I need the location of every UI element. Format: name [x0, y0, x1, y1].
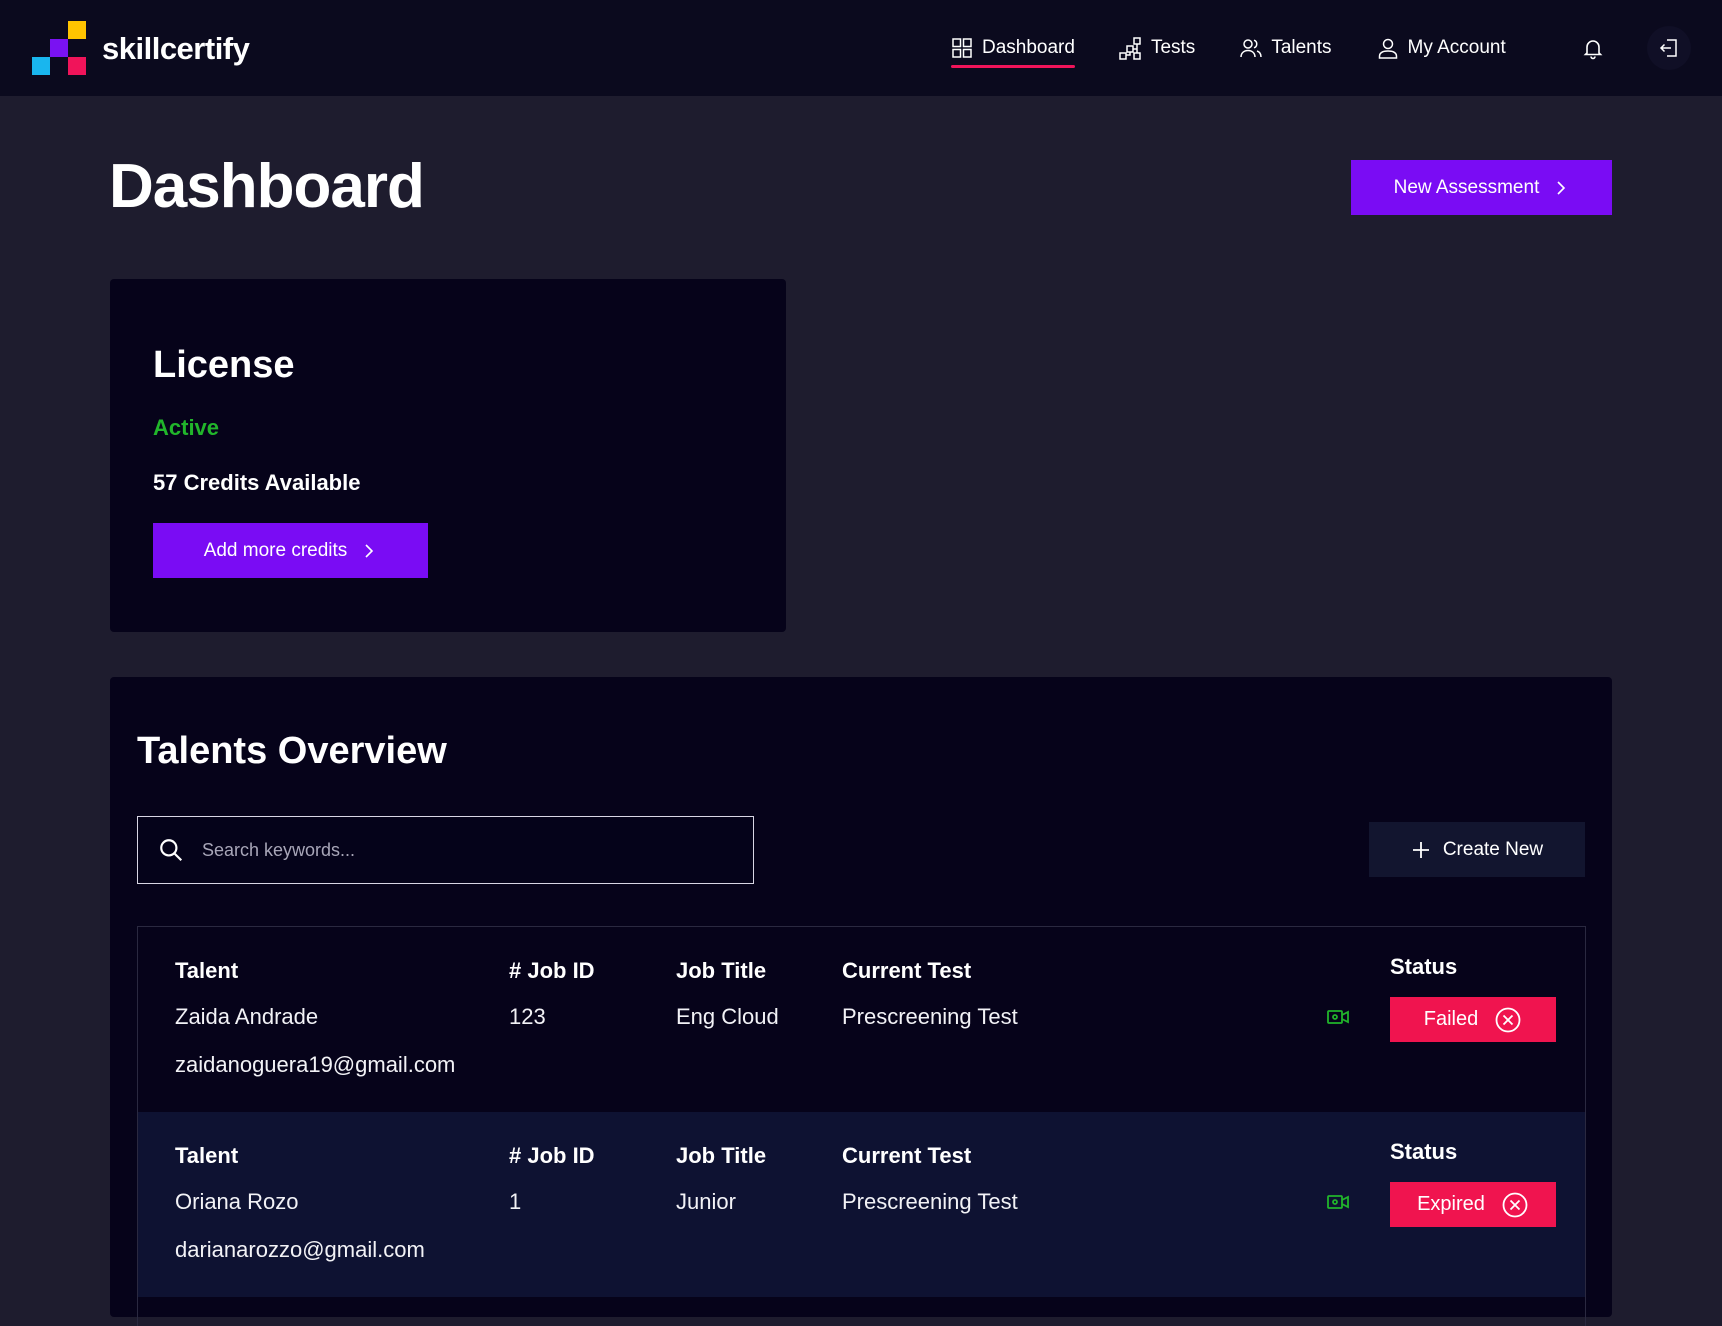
skillcertify-logo-icon [32, 21, 86, 75]
current-test: Prescreening Test [842, 1004, 1018, 1029]
new-assessment-label: New Assessment [1393, 176, 1540, 198]
license-card: License Active 57 Credits Available Add … [110, 279, 786, 632]
nav-item-talents[interactable]: Talents [1239, 0, 1332, 96]
brand[interactable]: skillcertify [32, 21, 250, 75]
talents-overview-title: Talents Overview [137, 730, 447, 772]
nav-item-label: Talents [1271, 37, 1332, 58]
search-input[interactable] [202, 839, 753, 861]
search-box[interactable] [137, 816, 754, 884]
column-header-job-id: # Job ID [509, 1143, 595, 1168]
status-label: Expired [1417, 1193, 1485, 1215]
credits-available: 57 Credits Available [153, 470, 361, 495]
users-icon [1240, 39, 1263, 58]
nav-item-label: Dashboard [982, 37, 1075, 58]
chevron-right-icon [1557, 180, 1566, 195]
status-badge[interactable]: Failed [1390, 997, 1556, 1042]
brand-name: skillcertify [102, 30, 250, 66]
talent-email: darianarozzo@gmail.com [175, 1237, 425, 1262]
nav-item-dashboard[interactable]: Dashboard [950, 0, 1075, 96]
close-circle-icon [1495, 1007, 1521, 1032]
job-title: Eng Cloud [676, 1004, 779, 1029]
hierarchy-icon [1119, 37, 1141, 60]
column-header-job-title: Job Title [676, 958, 767, 983]
add-credits-button[interactable]: Add more credits [153, 523, 428, 578]
new-assessment-button[interactable]: New Assessment [1351, 160, 1612, 215]
current-test: Prescreening Test [842, 1189, 1018, 1214]
video-recording-icon[interactable] [1327, 1009, 1349, 1025]
table-row[interactable]: Talent # Job ID Job Title Current Test S… [138, 1112, 1585, 1297]
search-icon [160, 839, 183, 862]
status-badge[interactable]: Expired [1390, 1182, 1556, 1227]
talent-name: Oriana Rozo [175, 1189, 299, 1214]
nav-item-label: My Account [1407, 37, 1506, 58]
logout-button[interactable] [1647, 26, 1691, 70]
top-navbar: skillcertify Dashboard Tests Talents My … [0, 0, 1722, 96]
table-row[interactable]: Talent # Job ID Job Title Current Test S… [138, 927, 1585, 1112]
talents-table: Talent # Job ID Job Title Current Test S… [137, 926, 1586, 1326]
user-icon [1378, 38, 1397, 59]
license-title: License [153, 344, 295, 386]
grid-icon [952, 38, 972, 58]
status-label: Failed [1423, 1008, 1479, 1030]
nav-item-tests[interactable]: Tests [1119, 0, 1195, 96]
license-status: Active [153, 415, 220, 440]
page-title: Dashboard [109, 152, 425, 221]
talent-email: zaidanoguera19@gmail.com [175, 1052, 456, 1077]
column-header-job-id: # Job ID [509, 958, 595, 983]
column-header-current-test: Current Test [842, 1143, 972, 1168]
column-header-status: Status [1390, 1139, 1458, 1164]
notifications-button[interactable] [1573, 28, 1613, 68]
column-header-talent: Talent [175, 958, 239, 983]
talent-name: Zaida Andrade [175, 1004, 319, 1029]
nav-item-my-account[interactable]: My Account [1376, 0, 1506, 96]
job-id: 123 [509, 1004, 546, 1029]
talents-overview-card: Talents Overview Create New Talent # Job… [110, 677, 1612, 1326]
column-header-current-test: Current Test [842, 958, 972, 983]
main-nav: Dashboard Tests Talents My Account [950, 0, 1550, 96]
bell-icon [1583, 40, 1603, 60]
job-id: 1 [509, 1189, 522, 1214]
column-header-status: Status [1390, 954, 1458, 979]
add-credits-label: Add more credits [203, 539, 348, 561]
logout-icon [1659, 39, 1677, 57]
column-header-job-title: Job Title [676, 1143, 767, 1168]
video-recording-icon[interactable] [1327, 1194, 1349, 1210]
plus-icon [1412, 841, 1429, 858]
nav-item-label: Tests [1150, 37, 1196, 58]
close-circle-icon [1502, 1192, 1528, 1217]
create-new-button[interactable]: Create New [1369, 822, 1585, 877]
create-new-label: Create New [1442, 838, 1544, 860]
job-title: Junior [676, 1189, 736, 1214]
column-header-talent: Talent [175, 1143, 239, 1168]
chevron-right-icon [365, 543, 374, 558]
